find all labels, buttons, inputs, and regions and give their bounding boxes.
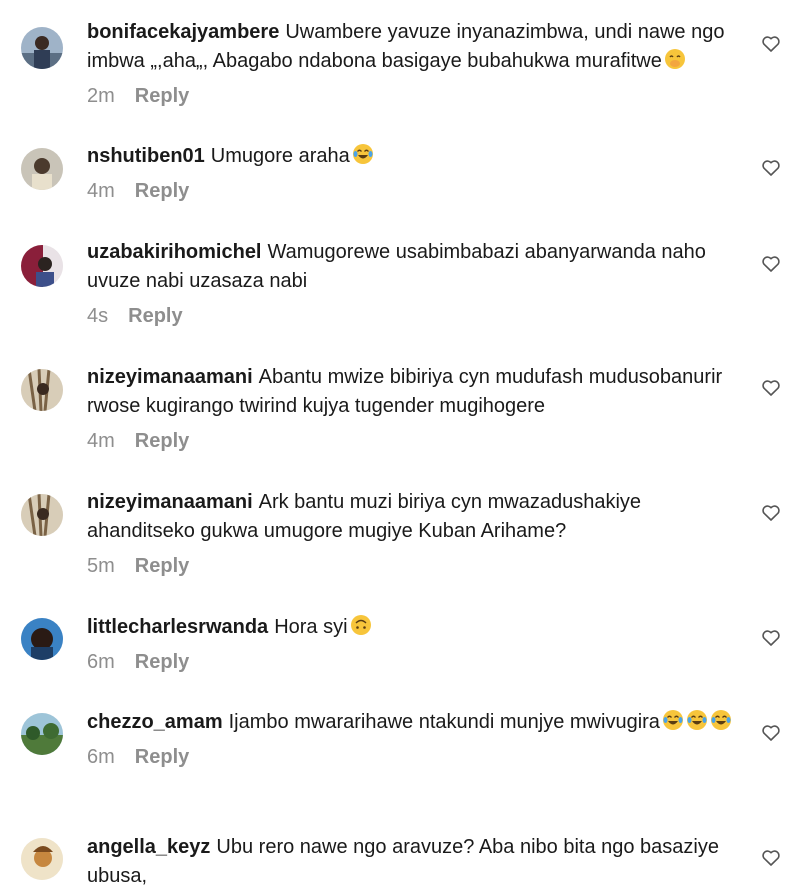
comment-username[interactable]: littlecharlesrwanda [87,616,268,638]
comment-username[interactable]: nshutiben01 [87,145,205,167]
reply-button[interactable]: Reply [135,555,189,577]
reply-button[interactable]: Reply [135,430,189,452]
face-with-hand-over-mouth-icon [664,49,685,69]
comment-text: uzabakirihomichel Wamugorewe usabimbabazi… [87,238,752,296]
comment-meta: 4s Reply [87,302,752,330]
comment-body: Umugore araha [210,145,350,167]
heart-outline-icon[interactable] [761,503,781,523]
face-with-tears-of-joy-icon [352,144,373,164]
face-with-tears-of-joy-icon [710,710,731,730]
reply-button[interactable]: Reply [128,305,182,327]
comment-time: 4m [87,180,115,202]
heart-outline-icon[interactable] [761,628,781,648]
comment-body: Hora syi [274,616,348,638]
comment-time: 4s [87,305,109,327]
comment-text: littlecharlesrwanda Hora syi [87,613,752,642]
avatar[interactable] [21,245,63,287]
comment-username[interactable]: nizeyimanaamani [87,491,253,513]
comment-meta: 4m Reply [87,427,752,455]
comment-meta: 4m Reply [87,177,752,205]
comment-meta: 5m Reply [87,552,752,580]
comment-time: 2m [87,85,115,107]
comment-meta: 6m Reply [87,743,752,771]
heart-outline-icon[interactable] [761,378,781,398]
comment-text: nizeyimanaamani Abantu mwize bibiriya cyn… [87,363,752,421]
heart-outline-icon[interactable] [761,158,781,178]
comment-time: 6m [87,651,115,673]
comment-username[interactable]: nizeyimanaamani [87,366,253,388]
comment-text: angella_keyz Ubu rero nawe ngo aravuze? A… [87,833,752,891]
heart-outline-icon[interactable] [761,848,781,868]
reply-button[interactable]: Reply [135,85,189,107]
face-with-tears-of-joy-icon [662,710,683,730]
avatar[interactable] [21,148,63,190]
comment-username[interactable]: uzabakirihomichel [87,241,262,263]
comment-text: nizeyimanaamani Ark bantu muzi biriya cyn… [87,488,752,546]
comment-username[interactable]: angella_keyz [87,836,210,858]
avatar[interactable] [21,369,63,411]
face-with-tears-of-joy-icon [686,710,707,730]
comment-text: chezzo_amam Ijambo mwararihawe ntakundi m… [87,708,752,737]
comment-text: nshutiben01 Umugore araha [87,142,752,171]
reply-button[interactable]: Reply [135,651,189,673]
avatar[interactable] [21,618,63,660]
comment-username[interactable]: chezzo_amam [87,711,223,733]
comment-time: 4m [87,430,115,452]
upside-down-face-icon [350,615,371,635]
heart-outline-icon[interactable] [761,34,781,54]
heart-outline-icon[interactable] [761,254,781,274]
comment-username[interactable]: bonifacekajyambere [87,21,279,43]
reply-button[interactable]: Reply [135,180,189,202]
comment-text: bonifacekajyambere Uwambere yavuze inyana… [87,18,752,76]
comment-time: 6m [87,746,115,768]
reply-button[interactable]: Reply [135,746,189,768]
comment-body: Ijambo mwararihawe ntakundi munjye mwivu… [228,711,660,733]
comment-time: 5m [87,555,115,577]
avatar[interactable] [21,494,63,536]
heart-outline-icon[interactable] [761,723,781,743]
comment-meta: 6m Reply [87,648,752,676]
comment-meta: 2m Reply [87,82,752,110]
avatar[interactable] [21,713,63,755]
avatar[interactable] [21,27,63,69]
avatar[interactable] [21,838,63,880]
